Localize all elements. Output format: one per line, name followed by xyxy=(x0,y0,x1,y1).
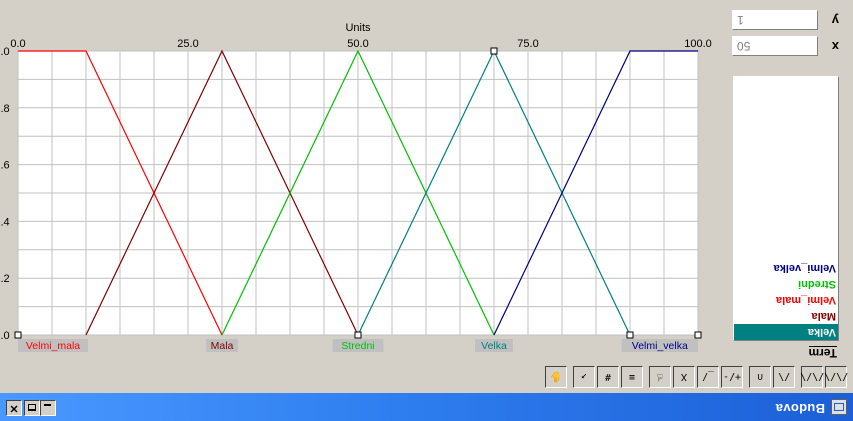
x-tick-label: 75.0 xyxy=(517,38,538,50)
term-tag-velmi_mala[interactable]: Velmi_mala xyxy=(26,340,80,352)
x-tick-label: 100.0 xyxy=(684,38,712,50)
membership-chart[interactable]: 0.00.20.40.60.81.00.025.050.075.0100.0Un… xyxy=(0,0,853,421)
y-tick-label: 0.8 xyxy=(0,103,10,115)
y-tick-label: 0.2 xyxy=(0,273,10,285)
y-tick-label: 0.4 xyxy=(0,216,10,228)
y-tick-label: 0.6 xyxy=(0,160,10,172)
point-handle[interactable] xyxy=(14,331,22,339)
term-tag-velmi_velka[interactable]: Velmi_velka xyxy=(632,340,688,352)
y-tick-label: 0.0 xyxy=(0,330,10,342)
term-tag-velka[interactable]: Velka xyxy=(481,340,507,352)
x-tick-label: 0.0 xyxy=(10,38,25,50)
term-tag-mala[interactable]: Mala xyxy=(211,340,234,352)
y-tick-label: 1.0 xyxy=(0,46,10,58)
point-handle[interactable] xyxy=(490,47,498,55)
point-handle[interactable] xyxy=(626,331,634,339)
x-tick-label: 25.0 xyxy=(177,38,198,50)
point-handle[interactable] xyxy=(354,331,362,339)
x-tick-label: 50.0 xyxy=(347,38,368,50)
point-handle[interactable] xyxy=(694,331,702,339)
term-tag-stredni[interactable]: Stredni xyxy=(341,340,374,352)
x-axis-label: Units xyxy=(345,22,371,34)
